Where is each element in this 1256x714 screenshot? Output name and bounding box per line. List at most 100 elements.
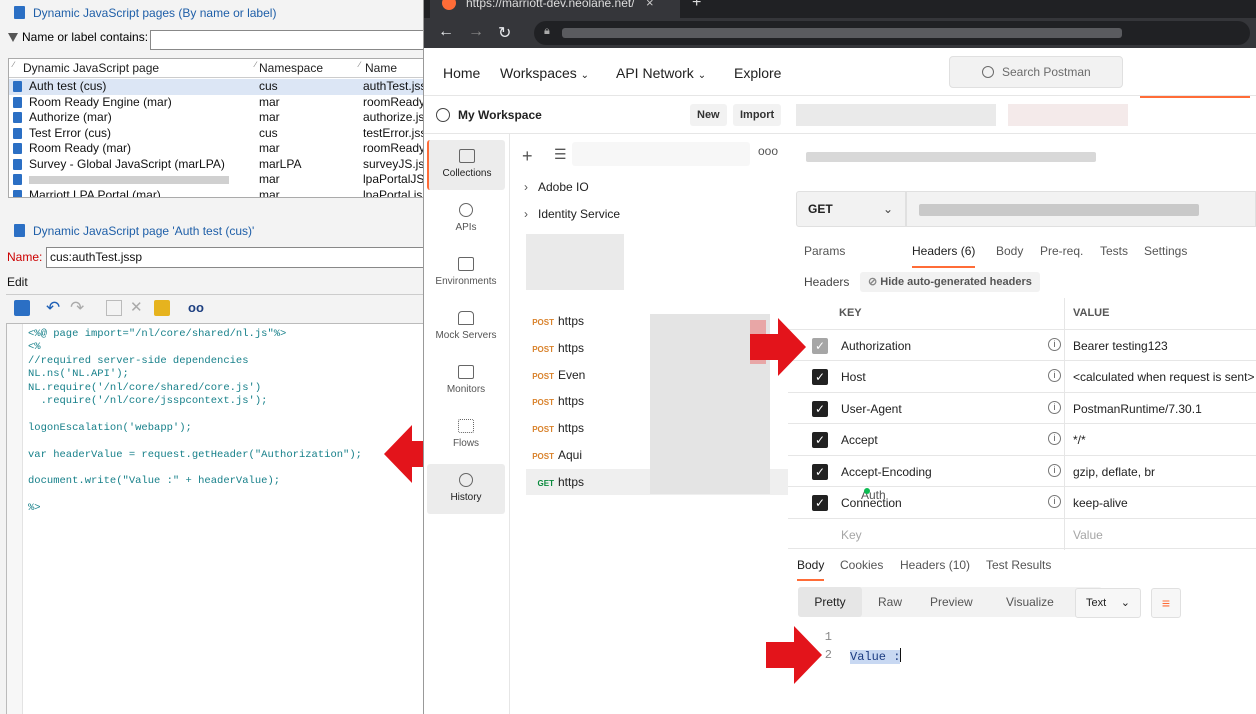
paste-icon[interactable] xyxy=(154,300,170,316)
undo-icon[interactable]: ↶ xyxy=(46,299,62,316)
header-key[interactable]: Accept xyxy=(841,433,878,447)
wrap-icon[interactable]: ≡ xyxy=(1151,588,1181,618)
format-select[interactable]: Text ⌄ xyxy=(1075,588,1141,618)
key-input[interactable]: Key xyxy=(841,528,862,542)
value-input[interactable]: Value xyxy=(1073,528,1103,542)
filter-input[interactable] xyxy=(150,30,423,50)
check-icon[interactable]: ✓ xyxy=(812,337,828,354)
tab-headers[interactable]: Headers (6) xyxy=(912,244,976,268)
reload-icon[interactable]: ↻ xyxy=(498,23,511,43)
table-row[interactable]: Auth test (cus) cus authTest.jssp xyxy=(9,79,423,95)
code-editor[interactable]: <%@ page import="/nl/core/shared/nl.js"%… xyxy=(6,323,423,714)
response-tab-body[interactable]: Body xyxy=(797,558,825,581)
sidebar-item-collections[interactable]: Collections xyxy=(427,140,505,190)
sidebar-item-mock-servers[interactable]: Mock Servers xyxy=(427,302,505,352)
copy-icon[interactable] xyxy=(106,300,122,316)
hide-auto-headers-button[interactable]: ⊘ Hide auto-generated headers xyxy=(860,272,1040,292)
info-icon[interactable]: i xyxy=(1048,495,1061,508)
col-header-name[interactable]: Name xyxy=(365,61,397,75)
header-value[interactable]: Bearer testing123 xyxy=(1073,339,1168,353)
header-key[interactable]: Host xyxy=(841,370,866,384)
name-cell: roomReady.js xyxy=(363,141,424,155)
import-button[interactable]: Import xyxy=(733,104,782,126)
url-omnibox[interactable]: 🔒︎ xyxy=(534,21,1250,45)
info-icon[interactable]: i xyxy=(1048,337,1061,351)
info-icon[interactable]: i xyxy=(1048,400,1061,414)
view-raw[interactable]: Raw xyxy=(878,595,902,609)
header-key[interactable]: User-Agent xyxy=(841,402,902,416)
sidebar-item-environments[interactable]: Environments xyxy=(427,248,505,298)
more-icon[interactable]: ooo xyxy=(758,144,778,158)
info-icon[interactable]: i xyxy=(1048,432,1061,445)
folder-identity-service[interactable]: › Identity Service xyxy=(524,207,620,221)
header-value[interactable]: */* xyxy=(1073,433,1086,447)
back-icon[interactable]: ← xyxy=(438,23,454,41)
view-visualize[interactable]: Visualize xyxy=(1006,595,1054,609)
collections-search[interactable] xyxy=(572,142,750,166)
response-tab-headers[interactable]: Headers (10) xyxy=(900,558,970,572)
info-icon[interactable]: i xyxy=(1048,463,1061,477)
sidebar-item-flows[interactable]: Flows xyxy=(427,410,505,460)
view-pretty[interactable]: Pretty xyxy=(798,587,862,617)
filter-icon[interactable]: ☰ xyxy=(554,146,567,163)
table-row[interactable]: Room Ready (mar) mar roomReady.js xyxy=(9,141,424,157)
forward-icon[interactable]: → xyxy=(468,23,484,41)
plus-icon[interactable]: + xyxy=(522,146,533,167)
header-key[interactable]: Accept-Encoding xyxy=(841,465,932,479)
table-row[interactable]: Test Error (cus) cus testError.jssp xyxy=(9,126,423,142)
nav-api-network[interactable]: API Network ⌄ xyxy=(616,65,706,81)
col-header-page[interactable]: Dynamic JavaScript page xyxy=(23,61,159,75)
check-icon[interactable]: ✓ xyxy=(812,432,828,448)
check-icon[interactable]: ✓ xyxy=(812,400,828,417)
check-icon[interactable]: ✓ xyxy=(812,369,828,385)
workspace-name[interactable]: My Workspace xyxy=(458,108,542,122)
method-select[interactable]: GET ⌄ xyxy=(796,191,906,227)
response-line: Value : xyxy=(850,648,902,664)
cut-icon[interactable]: ✕ xyxy=(130,300,146,316)
tab-body[interactable]: Body xyxy=(996,244,1023,258)
header-value[interactable]: <calculated when request is sent> xyxy=(1073,370,1254,384)
sidebar-item-history[interactable]: History xyxy=(427,464,505,514)
check-icon[interactable]: ✓ xyxy=(812,463,828,480)
redacted-tab[interactable] xyxy=(1008,104,1128,126)
header-value[interactable]: gzip, deflate, br xyxy=(1073,465,1155,479)
response-tab-cookies[interactable]: Cookies xyxy=(840,558,883,572)
request-url-input[interactable] xyxy=(906,191,1256,227)
tab-pre-request[interactable]: Pre-req. xyxy=(1040,244,1083,258)
folder-adobe-io[interactable]: › Adobe IO xyxy=(524,180,589,194)
response-tab-test-results[interactable]: Test Results xyxy=(986,558,1051,572)
table-row[interactable]: Survey - Global JavaScript (marLPA) marLP… xyxy=(9,157,423,173)
redo-icon[interactable]: ↷ xyxy=(70,299,86,316)
check-icon[interactable]: ✓ xyxy=(812,495,828,511)
find-icon[interactable]: oo xyxy=(188,300,204,316)
new-tab-icon[interactable]: + xyxy=(692,0,701,12)
info-icon[interactable]: i xyxy=(1048,369,1061,382)
active-request-tab[interactable] xyxy=(1140,96,1250,134)
header-value[interactable]: PostmanRuntime/7.30.1 xyxy=(1073,402,1202,416)
header-value[interactable]: keep-alive xyxy=(1073,496,1128,510)
table-row[interactable]: Room Ready Engine (mar) mar roomReadyE xyxy=(9,95,423,111)
col-header-namespace[interactable]: Namespace xyxy=(259,61,323,75)
edit-tab[interactable]: Edit xyxy=(7,275,28,289)
tab-settings[interactable]: Settings xyxy=(1144,244,1187,258)
table-row[interactable]: Authorize (mar) mar authorize.jssp xyxy=(9,110,423,126)
page-icon[interactable] xyxy=(14,300,30,316)
header-key[interactable]: Authorization xyxy=(841,339,911,353)
tab-params[interactable]: Params xyxy=(804,244,845,258)
nav-explore[interactable]: Explore xyxy=(734,65,781,81)
tab-tests[interactable]: Tests xyxy=(1100,244,1128,258)
tab-close-icon[interactable]: × xyxy=(646,0,654,10)
sidebar-item-monitors[interactable]: Monitors xyxy=(427,356,505,406)
table-row[interactable]: mar lpaPortalJS.js xyxy=(9,172,423,188)
sidebar-item-apis[interactable]: APIs xyxy=(427,194,505,244)
search-input[interactable]: Search Postman xyxy=(949,56,1123,88)
view-preview[interactable]: Preview xyxy=(930,595,973,609)
new-button[interactable]: New xyxy=(690,104,727,126)
nav-workspaces[interactable]: Workspaces ⌄ xyxy=(500,65,589,81)
redacted-tab[interactable] xyxy=(796,104,996,126)
table-row[interactable]: Marriott LPA Portal (mar) mar lpaPortal.js… xyxy=(9,188,423,197)
header-key[interactable]: Connection xyxy=(841,496,902,510)
nav-home[interactable]: Home xyxy=(443,65,480,81)
name-input[interactable]: cus:authTest.jssp xyxy=(46,247,423,268)
